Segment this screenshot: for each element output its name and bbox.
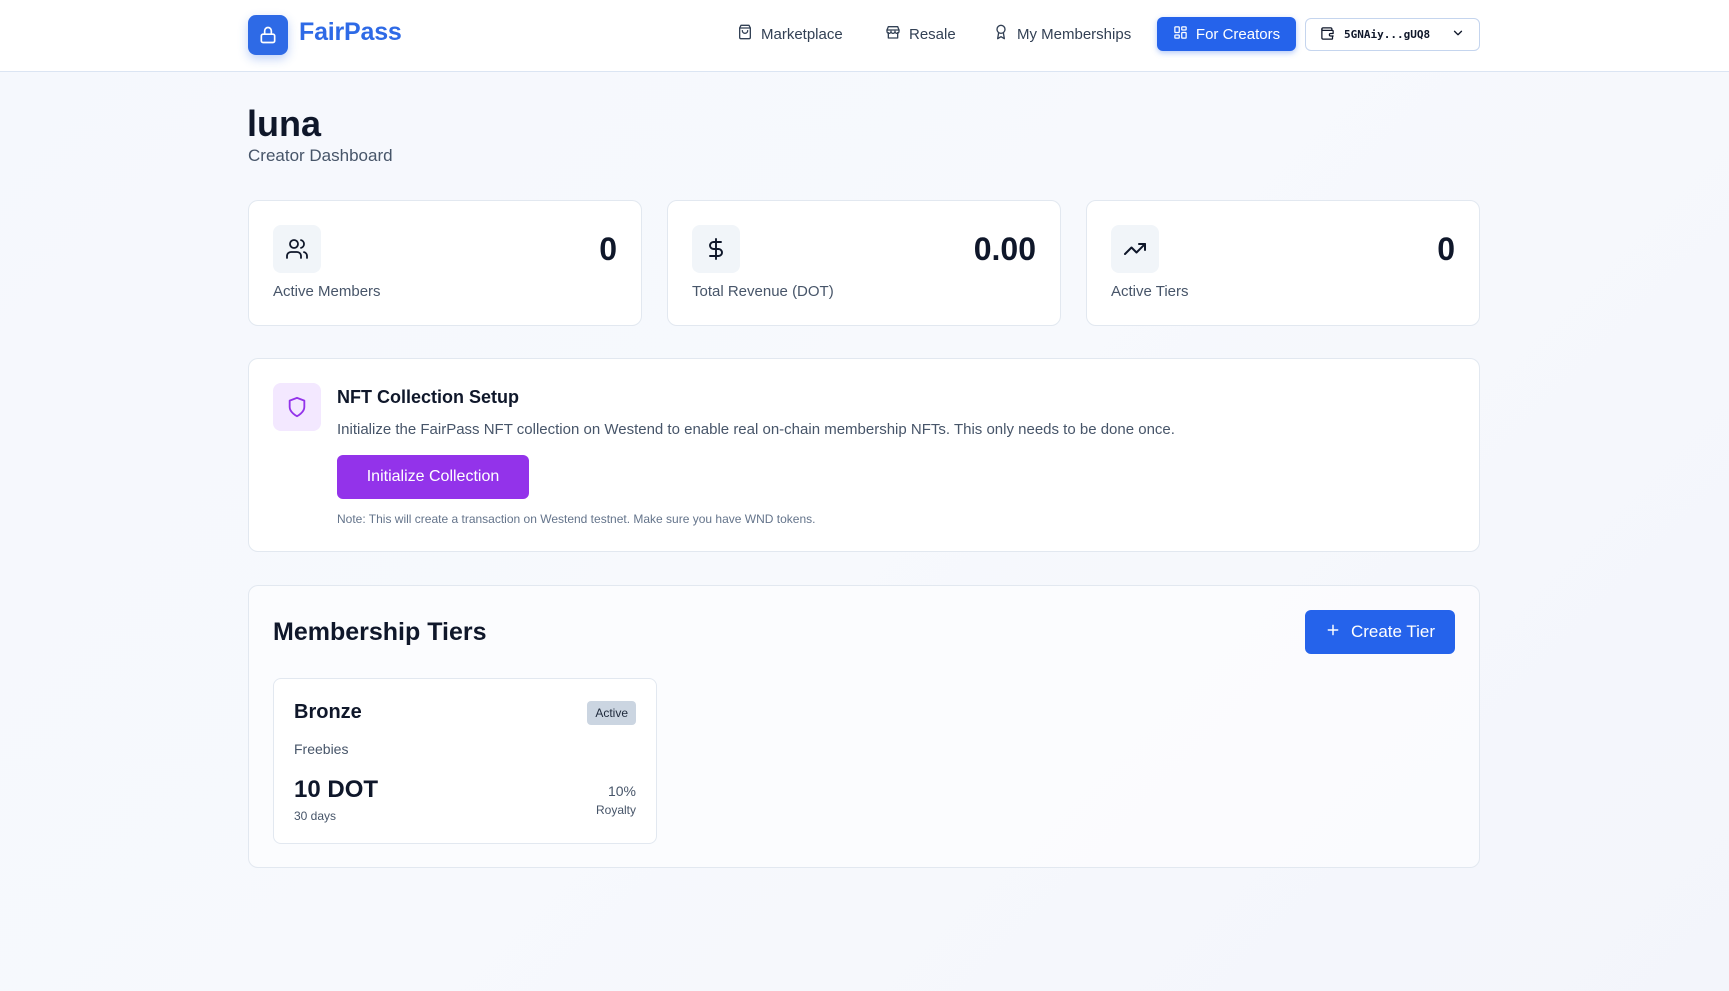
wallet-address: 5GNAiy...gUQ8 — [1344, 28, 1431, 41]
nft-setup-title: NFT Collection Setup — [337, 387, 519, 407]
nav-my-memberships[interactable]: My Memberships — [993, 17, 1131, 51]
stat-card-total-revenue: 0.00 Total Revenue (DOT) — [667, 200, 1061, 326]
create-tier-button[interactable]: Create Tier — [1305, 610, 1455, 654]
tier-description: Freebies — [294, 741, 349, 757]
plus-icon — [1325, 622, 1341, 643]
award-icon — [993, 24, 1009, 44]
shopping-bag-icon — [737, 24, 753, 44]
grid-icon — [1173, 25, 1188, 44]
top-navbar: FairPass Marketplace Resale My Membershi… — [0, 0, 1729, 72]
nft-setup-description: Initialize the FairPass NFT collection o… — [337, 421, 1175, 438]
wallet-icon — [1320, 26, 1335, 44]
nft-setup-note: Note: This will create a transaction on … — [337, 512, 816, 526]
stat-label: Total Revenue (DOT) — [692, 283, 834, 300]
stat-label: Active Tiers — [1111, 283, 1189, 300]
tier-duration: 30 days — [294, 809, 337, 823]
nav-for-creators-label: For Creators — [1195, 25, 1281, 43]
stat-value: 0 — [599, 231, 617, 267]
create-tier-label: Create Tier — [1350, 622, 1436, 641]
initialize-collection-button[interactable]: Initialize Collection — [337, 455, 529, 499]
nft-setup-card: NFT Collection Setup Initialize the Fair… — [248, 358, 1480, 552]
nav-my-memberships-label: My Memberships — [1017, 25, 1132, 43]
page-title: luna — [247, 103, 322, 144]
dollar-icon — [692, 225, 740, 273]
stat-value: 0 — [1437, 231, 1455, 267]
nav-resale-label: Resale — [909, 25, 956, 43]
status-badge: Active — [587, 701, 636, 725]
nav-resale[interactable]: Resale — [885, 17, 956, 51]
nav-marketplace-label: Marketplace — [761, 25, 843, 43]
tier-card[interactable]: Bronze Active Freebies 10 DOT 30 days 10… — [273, 678, 657, 844]
nav-marketplace[interactable]: Marketplace — [737, 17, 843, 51]
tier-royalty-label: Royalty — [595, 803, 636, 817]
shield-icon — [273, 383, 321, 431]
chevron-down-icon — [1451, 26, 1465, 43]
tier-name: Bronze — [294, 701, 362, 723]
brand-name[interactable]: FairPass — [299, 18, 402, 47]
stat-card-active-tiers: 0 Active Tiers — [1086, 200, 1480, 326]
users-icon — [273, 225, 321, 273]
nav-for-creators[interactable]: For Creators — [1157, 17, 1296, 51]
page-subtitle: Creator Dashboard — [248, 146, 393, 165]
wallet-dropdown[interactable]: 5GNAiy...gUQ8 — [1305, 18, 1480, 51]
lock-icon[interactable] — [248, 15, 288, 55]
store-icon — [885, 24, 901, 44]
tier-royalty: 10% — [607, 783, 636, 799]
tiers-title: Membership Tiers — [273, 618, 487, 646]
trending-up-icon — [1111, 225, 1159, 273]
tier-price: 10 DOT — [294, 776, 379, 803]
stat-card-active-members: 0 Active Members — [248, 200, 642, 326]
stat-label: Active Members — [273, 283, 381, 300]
membership-tiers-section: Membership Tiers Create Tier Bronze Acti… — [248, 585, 1480, 868]
stat-value: 0.00 — [973, 231, 1036, 267]
